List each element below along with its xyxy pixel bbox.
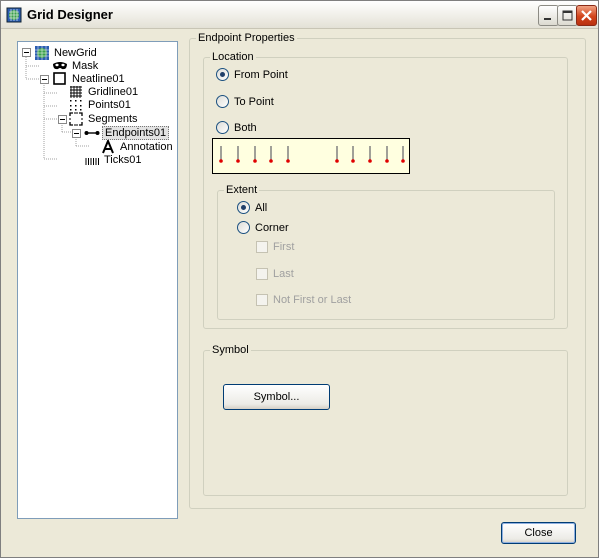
minimize-icon [544,18,551,20]
annotation-icon [102,140,114,154]
location-title: Location [210,51,256,63]
tree-item-label: Mask [72,60,99,72]
minimize-button[interactable] [538,5,559,26]
endpoint-preview [212,138,410,174]
radio-from-point-button[interactable] [216,68,229,81]
radio-extent-all-button[interactable] [237,201,250,214]
radio-to-point[interactable]: To Point [216,95,274,108]
symbol-title: Symbol [210,344,251,356]
tree-item-label: Points01 [88,99,131,111]
tree-expander-newgrid[interactable] [22,48,31,57]
radio-to-point-button[interactable] [216,95,229,108]
symbol-button[interactable]: Symbol... [223,384,330,410]
radio-extent-corner-button[interactable] [237,221,250,234]
tree-item-ticks[interactable]: Ticks01 [84,153,144,167]
checkbox-last-box[interactable] [256,268,268,280]
checkbox-last-label: Last [273,268,294,280]
checkbox-first[interactable]: First [256,241,294,253]
close-window-button[interactable] [576,5,597,26]
radio-extent-corner[interactable]: Corner [237,221,289,234]
grid-tree-view[interactable]: NewGrid Mask Neatline01 Gridline01 Point… [17,41,178,519]
endpoints-icon [84,131,100,135]
grid-globe-icon [35,46,49,60]
close-icon [581,10,592,21]
points-icon [70,100,82,111]
endpoint-properties-title: Endpoint Properties [196,32,297,44]
tree-item-label: Endpoints01 [102,126,170,140]
ticks-icon [85,158,99,165]
tree-item-mask[interactable]: Mask [52,59,100,73]
tree-item-label: Gridline01 [88,86,139,98]
radio-extent-corner-label: Corner [255,221,289,234]
gridline-icon [70,86,82,98]
neatline-icon [53,72,66,85]
tree-item-points[interactable]: Points01 [68,98,133,112]
radio-both-label: Both [234,121,257,134]
radio-extent-all-label: All [255,201,268,214]
radio-from-point[interactable]: From Point [216,68,288,81]
title-bar[interactable]: Grid Designer [1,1,598,29]
checkbox-first-box[interactable] [256,241,268,253]
tree-expander-segments[interactable] [58,115,67,124]
extent-title: Extent [224,184,260,196]
checkbox-not-first-or-last-label: Not First or Last [273,294,352,306]
tree-item-annotation[interactable]: Annotation [100,140,175,154]
checkbox-last[interactable]: Last [256,268,294,280]
radio-extent-all[interactable]: All [237,201,267,214]
tree-item-neatline[interactable]: Neatline01 [52,72,127,86]
tree-item-label: NewGrid [54,47,97,59]
radio-from-point-label: From Point [234,68,288,81]
radio-to-point-label: To Point [234,95,274,108]
radio-both-button[interactable] [216,121,229,134]
tree-item-label: Ticks01 [104,154,142,166]
maximize-button[interactable] [557,5,578,26]
app-icon [6,7,22,23]
tree-expander-neatline[interactable] [40,75,49,84]
tree-expander-endpoints[interactable] [72,129,81,138]
window-title: Grid Designer [27,7,113,22]
checkbox-not-first-or-last[interactable]: Not First or Last [256,294,351,306]
tree-item-segments[interactable]: Segments [68,112,140,126]
symbol-group: Symbol [203,344,568,496]
checkbox-not-first-or-last-box[interactable] [256,294,268,306]
checkbox-first-label: First [273,241,295,253]
tree-item-gridline[interactable]: Gridline01 [68,85,140,99]
tree-item-label: Neatline01 [72,73,125,85]
close-button[interactable]: Close [501,522,576,544]
segments-icon [69,112,83,126]
endpoint-preview-graphic [219,146,405,163]
mask-icon [53,62,67,70]
radio-both[interactable]: Both [216,121,257,134]
tree-item-label: Annotation [120,141,173,153]
grid-designer-window: Grid Designer NewGrid Mask Neatline01 Gr… [0,0,599,558]
maximize-icon [562,10,573,21]
tree-item-endpoints[interactable]: Endpoints01 [84,126,170,140]
tree-item-label: Segments [88,113,138,125]
tree-item-newgrid[interactable]: NewGrid [34,46,99,60]
